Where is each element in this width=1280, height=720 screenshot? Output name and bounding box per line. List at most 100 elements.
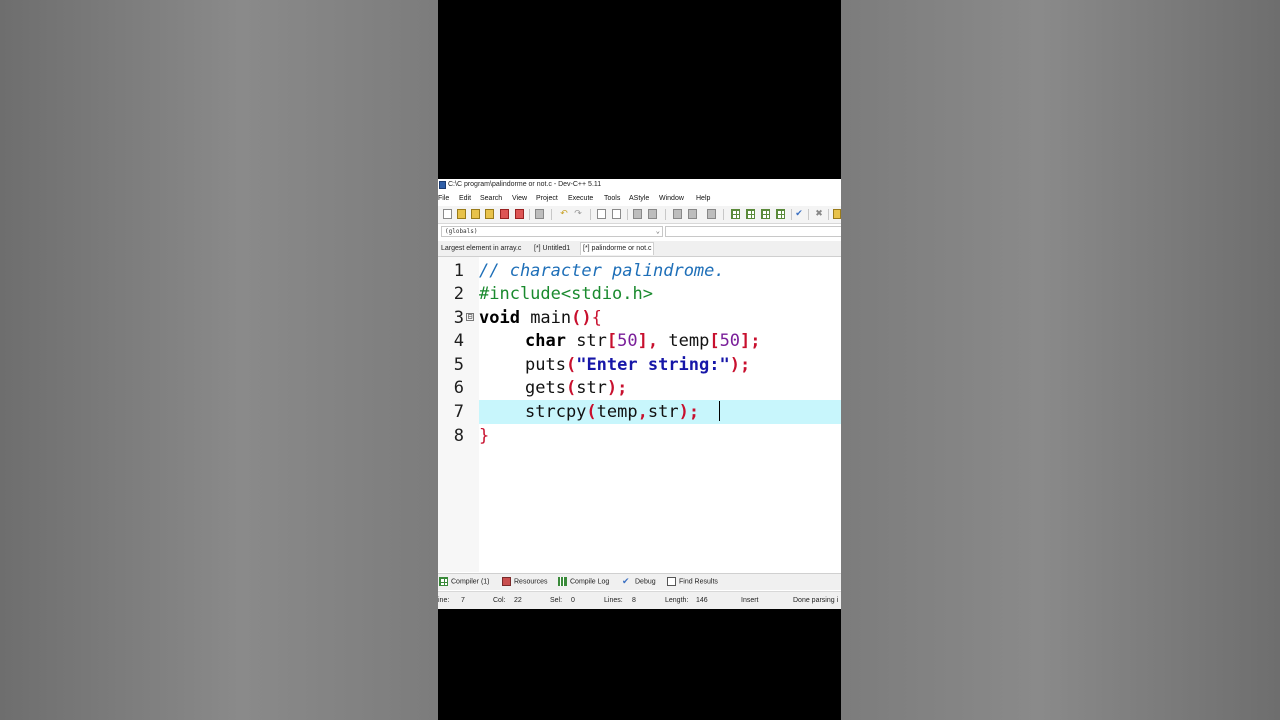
tab-resources[interactable]: Resources bbox=[502, 577, 547, 587]
background-left bbox=[0, 0, 438, 720]
background-right bbox=[841, 0, 1280, 720]
code-identifier: main bbox=[519, 308, 572, 328]
code-identifier: str bbox=[647, 402, 679, 422]
save-icon[interactable] bbox=[471, 209, 480, 219]
tab-palindrome[interactable]: [*] palindorme or not.c bbox=[580, 242, 655, 255]
status-length-value: 146 bbox=[696, 597, 708, 604]
function-combo[interactable] bbox=[665, 226, 841, 237]
tab-largest-element[interactable]: Largest element in array.c bbox=[439, 243, 523, 255]
code-punctuation: [ bbox=[606, 331, 618, 351]
tab-resources-label: Resources bbox=[514, 578, 548, 586]
code-brace: { bbox=[591, 308, 602, 328]
menu-execute[interactable]: Execute bbox=[568, 195, 593, 202]
status-col-label: Col: bbox=[493, 597, 506, 604]
project-options-icon[interactable] bbox=[746, 209, 755, 219]
code-line-3: void main(){ bbox=[479, 307, 602, 329]
code-function: puts bbox=[525, 355, 566, 375]
code-line-2: #include<stdio.h> bbox=[479, 283, 653, 305]
menu-tools[interactable]: Tools bbox=[604, 195, 620, 202]
undo-icon[interactable]: ↶ bbox=[559, 208, 569, 219]
tab-find-results-label: Find Results bbox=[679, 578, 718, 586]
bottom-panel-tabs: Compiler (1) Resources Compile Log ✔ Debu… bbox=[438, 573, 841, 590]
menu-window[interactable]: Window bbox=[659, 195, 684, 202]
line-number: 5 bbox=[453, 355, 464, 375]
scope-combo[interactable]: (globals) ⌄ bbox=[441, 226, 663, 237]
toolbar-separator bbox=[723, 209, 724, 220]
replace-icon[interactable] bbox=[612, 209, 621, 219]
print-icon[interactable] bbox=[535, 209, 544, 219]
toggle-bookmark-icon[interactable] bbox=[648, 209, 657, 219]
code-string: "Enter string:" bbox=[576, 355, 730, 375]
code-punctuation: ]; bbox=[740, 331, 761, 351]
line-number: 7 bbox=[453, 402, 464, 422]
menu-astyle[interactable]: AStyle bbox=[629, 195, 649, 202]
code-number: 50 bbox=[617, 331, 638, 351]
code-punctuation: ( bbox=[565, 378, 577, 398]
toolbar: ↶ ↷ ✔ ✖ bbox=[438, 206, 841, 224]
indent-icon[interactable] bbox=[673, 209, 682, 219]
status-insert-mode: Insert bbox=[741, 597, 759, 604]
status-line-label: ine: bbox=[438, 597, 450, 604]
tab-compile-log[interactable]: Compile Log bbox=[558, 577, 609, 587]
toolbar-separator bbox=[551, 209, 552, 220]
tab-compiler-label: Compiler (1) bbox=[451, 578, 490, 586]
status-col-value: 22 bbox=[514, 597, 522, 604]
chart-icon[interactable] bbox=[833, 209, 841, 219]
menu-project[interactable]: Project bbox=[536, 195, 558, 202]
tab-debug[interactable]: ✔ Debug bbox=[622, 577, 656, 587]
app-icon bbox=[439, 181, 446, 189]
redo-icon[interactable]: ↷ bbox=[573, 208, 583, 219]
title-bar: C:\C program\palindorme or not.c - Dev-C… bbox=[438, 179, 841, 193]
code-comment: // character palindrome. bbox=[479, 261, 725, 281]
close-all-icon[interactable] bbox=[515, 209, 524, 219]
compile-check-icon[interactable]: ✔ bbox=[794, 208, 804, 219]
find-icon[interactable] bbox=[597, 209, 606, 219]
toggle-comment-icon[interactable] bbox=[707, 209, 716, 219]
code-punctuation: ); bbox=[678, 402, 700, 422]
code-function: strcpy bbox=[525, 402, 587, 422]
new-file-icon[interactable] bbox=[443, 209, 452, 219]
menu-edit[interactable]: Edit bbox=[459, 195, 471, 202]
tab-untitled1[interactable]: [*] Untitled1 bbox=[532, 243, 572, 255]
close-file-icon[interactable] bbox=[500, 209, 509, 219]
code-punctuation: ( bbox=[586, 402, 597, 422]
fold-toggle-icon[interactable]: ⊟ bbox=[466, 313, 474, 321]
tab-compile-log-label: Compile Log bbox=[570, 578, 610, 586]
code-line-6: gets(str); bbox=[525, 377, 627, 399]
menu-search[interactable]: Search bbox=[480, 195, 502, 202]
insert-code-icon[interactable] bbox=[776, 209, 785, 219]
menu-view[interactable]: View bbox=[512, 195, 527, 202]
unindent-icon[interactable] bbox=[688, 209, 697, 219]
tab-find-results[interactable]: Find Results bbox=[667, 577, 718, 587]
code-punctuation: ); bbox=[606, 378, 628, 398]
chevron-down-icon[interactable]: ⌄ bbox=[656, 227, 660, 235]
toolbar-separator bbox=[627, 209, 628, 220]
code-punctuation: ); bbox=[729, 355, 751, 375]
open-file-icon[interactable] bbox=[457, 209, 466, 219]
code-preprocessor: #include<stdio.h> bbox=[479, 284, 653, 304]
toolbar-separator bbox=[590, 209, 591, 220]
save-all-icon[interactable] bbox=[485, 209, 494, 219]
file-tabs: Largest element in array.c [*] Untitled1… bbox=[438, 241, 841, 257]
status-lines-label: Lines: bbox=[604, 597, 623, 604]
code-punctuation: [ bbox=[709, 331, 720, 351]
tab-compiler[interactable]: Compiler (1) bbox=[439, 577, 490, 587]
class-browser-icon[interactable] bbox=[761, 209, 770, 219]
code-identifier: temp bbox=[658, 331, 710, 351]
new-project-icon[interactable] bbox=[731, 209, 740, 219]
menu-bar: File Edit Search View Project Execute To… bbox=[438, 194, 841, 206]
line-number: 2 bbox=[453, 284, 464, 304]
code-line-8: } bbox=[479, 425, 489, 447]
stop-execution-icon[interactable]: ✖ bbox=[814, 208, 824, 219]
menu-help[interactable]: Help bbox=[696, 195, 710, 202]
code-identifier: temp bbox=[596, 402, 638, 422]
code-keyword: void bbox=[479, 308, 520, 328]
line-number: 8 bbox=[453, 426, 464, 446]
line-number: 3 bbox=[453, 308, 464, 328]
menu-file[interactable]: File bbox=[438, 195, 449, 202]
text-caret bbox=[719, 401, 720, 421]
goto-line-icon[interactable] bbox=[633, 209, 642, 219]
status-sel-label: Sel: bbox=[550, 597, 563, 604]
code-line-7: strcpy(temp,str); bbox=[525, 401, 699, 423]
devcpp-window: C:\C program\palindorme or not.c - Dev-C… bbox=[438, 179, 841, 609]
